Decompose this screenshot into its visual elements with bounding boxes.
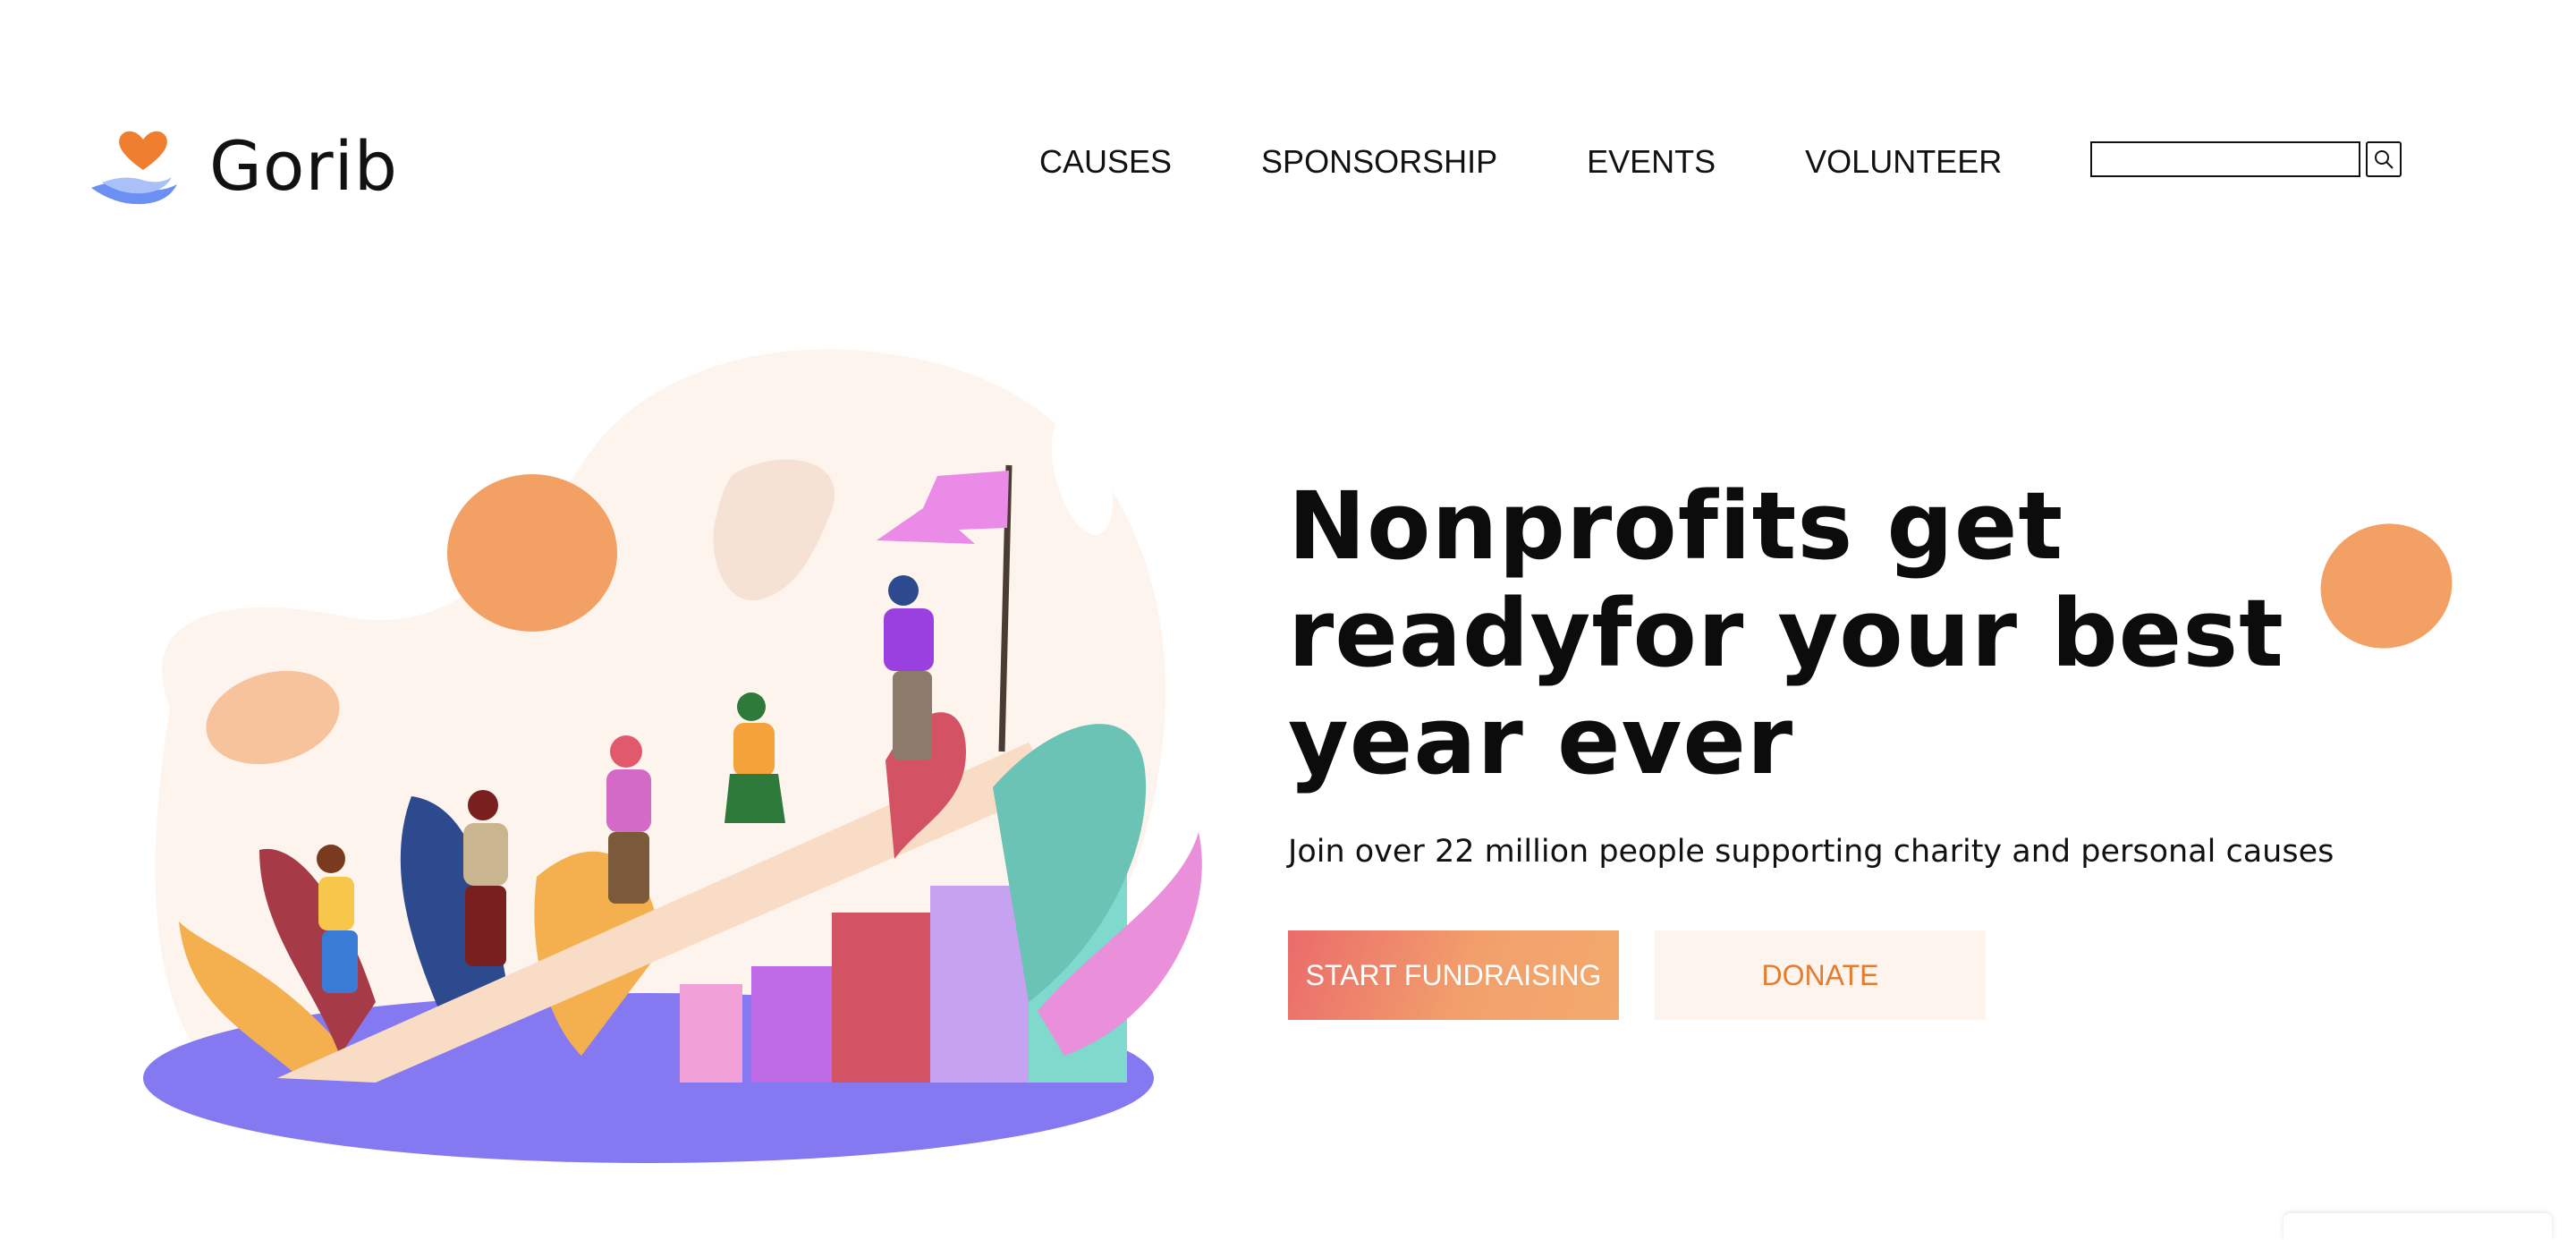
site-header: Gorib CAUSES SPONSORSHIP EVENTS VOLUNTEE… <box>0 0 2576 322</box>
bar-red <box>832 913 930 1083</box>
bar-lavender <box>930 886 1029 1083</box>
bar-pink <box>680 984 742 1083</box>
corner-widget[interactable] <box>2284 1213 2552 1240</box>
heart-hand-logo-icon <box>91 131 177 205</box>
main-nav: CAUSES SPONSORSHIP EVENTS VOLUNTEER <box>1039 143 2002 181</box>
search-bar <box>2090 141 2402 177</box>
search-button[interactable] <box>2366 141 2402 177</box>
hero-illustration <box>143 349 1202 1163</box>
start-fundraising-button[interactable]: START FUNDRAISING <box>1288 930 1619 1020</box>
nav-item-events[interactable]: EVENTS <box>1587 143 1716 181</box>
decorative-orange-blob <box>2302 505 2470 667</box>
logo[interactable]: Gorib <box>89 125 398 206</box>
nav-item-sponsorship[interactable]: SPONSORSHIP <box>1261 143 1497 181</box>
search-input[interactable] <box>2090 141 2360 177</box>
nav-item-volunteer[interactable]: VOLUNTEER <box>1805 143 2002 181</box>
orange-circle-large <box>447 474 617 632</box>
brand-name: Gorib <box>209 125 398 206</box>
bar-purple <box>751 966 832 1083</box>
hero-title: Nonprofits get readyfor your best year e… <box>1288 471 2284 795</box>
search-icon <box>2375 150 2394 169</box>
nav-item-causes[interactable]: CAUSES <box>1039 143 1172 181</box>
hero-subtitle: Join over 22 million people supporting c… <box>1288 834 2334 870</box>
donate-button[interactable]: DONATE <box>1655 930 1986 1020</box>
